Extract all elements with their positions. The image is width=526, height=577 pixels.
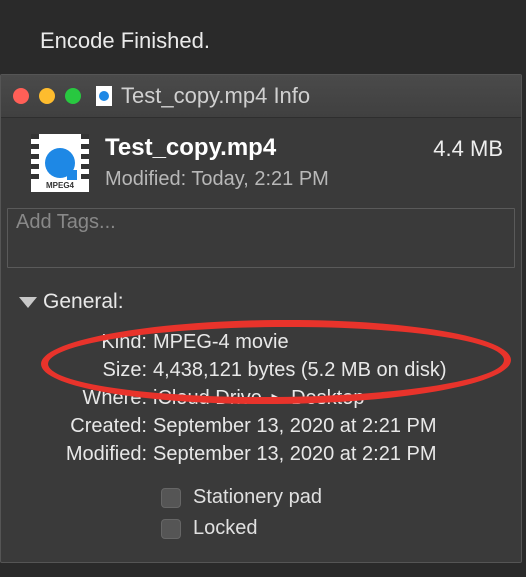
title-file-icon xyxy=(96,86,112,106)
where-part: iCloud Drive xyxy=(153,387,262,409)
file-icon-label: MPEG4 xyxy=(31,181,89,190)
where-part: Desktop xyxy=(291,387,364,409)
tags-field-container xyxy=(7,208,515,268)
chevron-right-icon: ▸ xyxy=(272,387,282,409)
maximize-button[interactable] xyxy=(65,88,81,104)
locked-checkbox[interactable] xyxy=(161,519,181,539)
file-name[interactable]: Test_copy.mp4 xyxy=(105,134,417,162)
general-header[interactable]: General: xyxy=(19,290,503,314)
disclosure-triangle-icon[interactable] xyxy=(19,297,37,308)
kv-label: Size: xyxy=(41,356,153,384)
modified-value: Today, 2:21 PM xyxy=(191,168,328,190)
minimize-button[interactable] xyxy=(39,88,55,104)
kv-value: 4,438,121 bytes (5.2 MB on disk) xyxy=(153,356,503,384)
file-icon[interactable]: MPEG4 xyxy=(31,134,89,192)
kv-row-kind: Kind: MPEG-4 movie xyxy=(41,328,503,356)
info-window: Test_copy.mp4 Info MPEG4 Test_copy.mp4 M… xyxy=(0,74,522,563)
kv-row-size: Size: 4,438,121 bytes (5.2 MB on disk) xyxy=(41,356,503,384)
general-section: General: Kind: MPEG-4 movie Size: 4,438,… xyxy=(1,268,521,562)
modified-summary: Modified: Today, 2:21 PM xyxy=(105,168,417,191)
info-header: MPEG4 Test_copy.mp4 Modified: Today, 2:2… xyxy=(1,118,521,206)
file-size-summary: 4.4 MB xyxy=(433,134,503,162)
stationery-pad-checkbox[interactable] xyxy=(161,488,181,508)
kv-value: September 13, 2020 at 2:21 PM xyxy=(153,440,503,468)
locked-label: Locked xyxy=(193,517,258,540)
kv-row-created: Created: September 13, 2020 at 2:21 PM xyxy=(41,412,503,440)
encode-status: Encode Finished. xyxy=(0,0,526,74)
kv-label: Modified: xyxy=(41,440,153,468)
titlebar[interactable]: Test_copy.mp4 Info xyxy=(1,75,521,118)
locked-row: Locked xyxy=(161,513,503,544)
general-checks: Stationery pad Locked xyxy=(19,468,503,552)
kv-row-where: Where: iCloud Drive ▸ Desktop xyxy=(41,384,503,412)
kv-row-modified: Modified: September 13, 2020 at 2:21 PM xyxy=(41,440,503,468)
general-kv-block: Kind: MPEG-4 movie Size: 4,438,121 bytes… xyxy=(19,328,503,468)
close-button[interactable] xyxy=(13,88,29,104)
kv-value: iCloud Drive ▸ Desktop xyxy=(153,384,503,412)
stationery-pad-label: Stationery pad xyxy=(193,486,322,509)
traffic-lights xyxy=(13,88,81,104)
kv-label: Created: xyxy=(41,412,153,440)
kv-value: MPEG-4 movie xyxy=(153,328,503,356)
modified-label: Modified: xyxy=(105,168,186,190)
kv-label: Where: xyxy=(41,384,153,412)
kv-value: September 13, 2020 at 2:21 PM xyxy=(153,412,503,440)
kv-label: Kind: xyxy=(41,328,153,356)
window-title: Test_copy.mp4 Info xyxy=(121,83,310,109)
stationery-pad-row: Stationery pad xyxy=(161,482,503,513)
tags-input[interactable] xyxy=(8,209,514,267)
general-heading-label: General: xyxy=(43,290,124,314)
